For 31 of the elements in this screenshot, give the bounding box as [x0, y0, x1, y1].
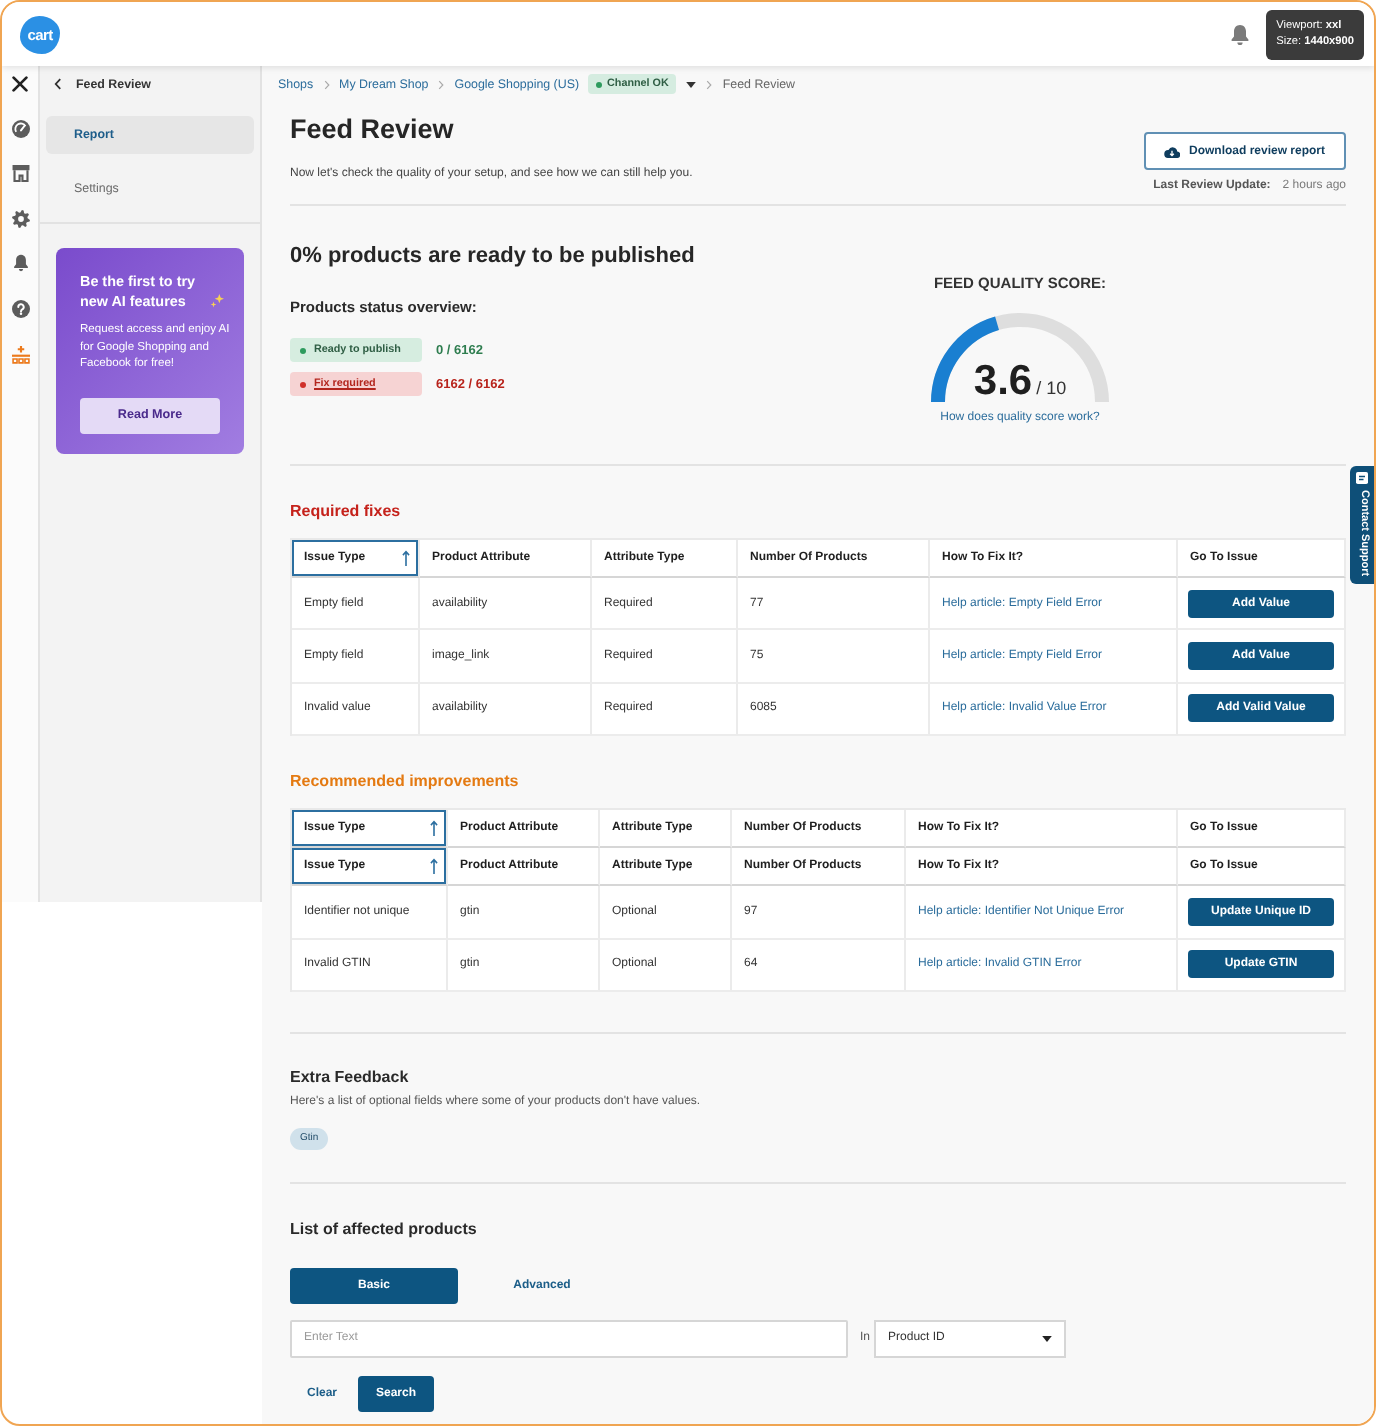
section-title: List of affected products: [290, 1219, 479, 1240]
cloud-download-icon: [1164, 145, 1181, 157]
sparkle-icon: [210, 293, 224, 307]
bell-icon[interactable]: [11, 254, 29, 273]
chevron-right-icon: [706, 79, 713, 89]
chevron-right-icon: [323, 79, 330, 89]
help-icon[interactable]: [11, 299, 29, 318]
page-title: Feed Review: [290, 114, 456, 146]
section-heading: Recommended improvements: [290, 772, 521, 793]
section-title: Extra Feedback: [290, 1067, 411, 1088]
status-dot-icon: [300, 381, 306, 387]
status-dot-icon: [300, 347, 306, 353]
settings-icon[interactable]: [11, 209, 29, 228]
gauge-icon[interactable]: [11, 119, 29, 138]
chevron-left-icon: [54, 78, 62, 90]
chevron-right-icon: [438, 79, 445, 89]
score-max: / 10: [1036, 380, 1067, 398]
sort-arrow-icon: [402, 550, 410, 566]
chat-icon: [1356, 472, 1368, 484]
caret-down-icon: [1042, 1335, 1053, 1342]
sort-arrow-icon: [430, 858, 438, 875]
status-dot-icon: [595, 81, 602, 87]
close-icon[interactable]: [12, 76, 28, 92]
score-value: 3.6: [973, 360, 1033, 402]
bell-icon[interactable]: [1230, 23, 1251, 45]
caret-down-icon[interactable]: [686, 81, 697, 87]
summary-headline: 0% products are ready to be published: [290, 242, 697, 270]
sort-arrow-icon: [430, 820, 438, 837]
section-heading: Required fixes: [290, 502, 403, 522]
store-icon[interactable]: [11, 164, 29, 183]
stack-icon[interactable]: [11, 345, 29, 364]
